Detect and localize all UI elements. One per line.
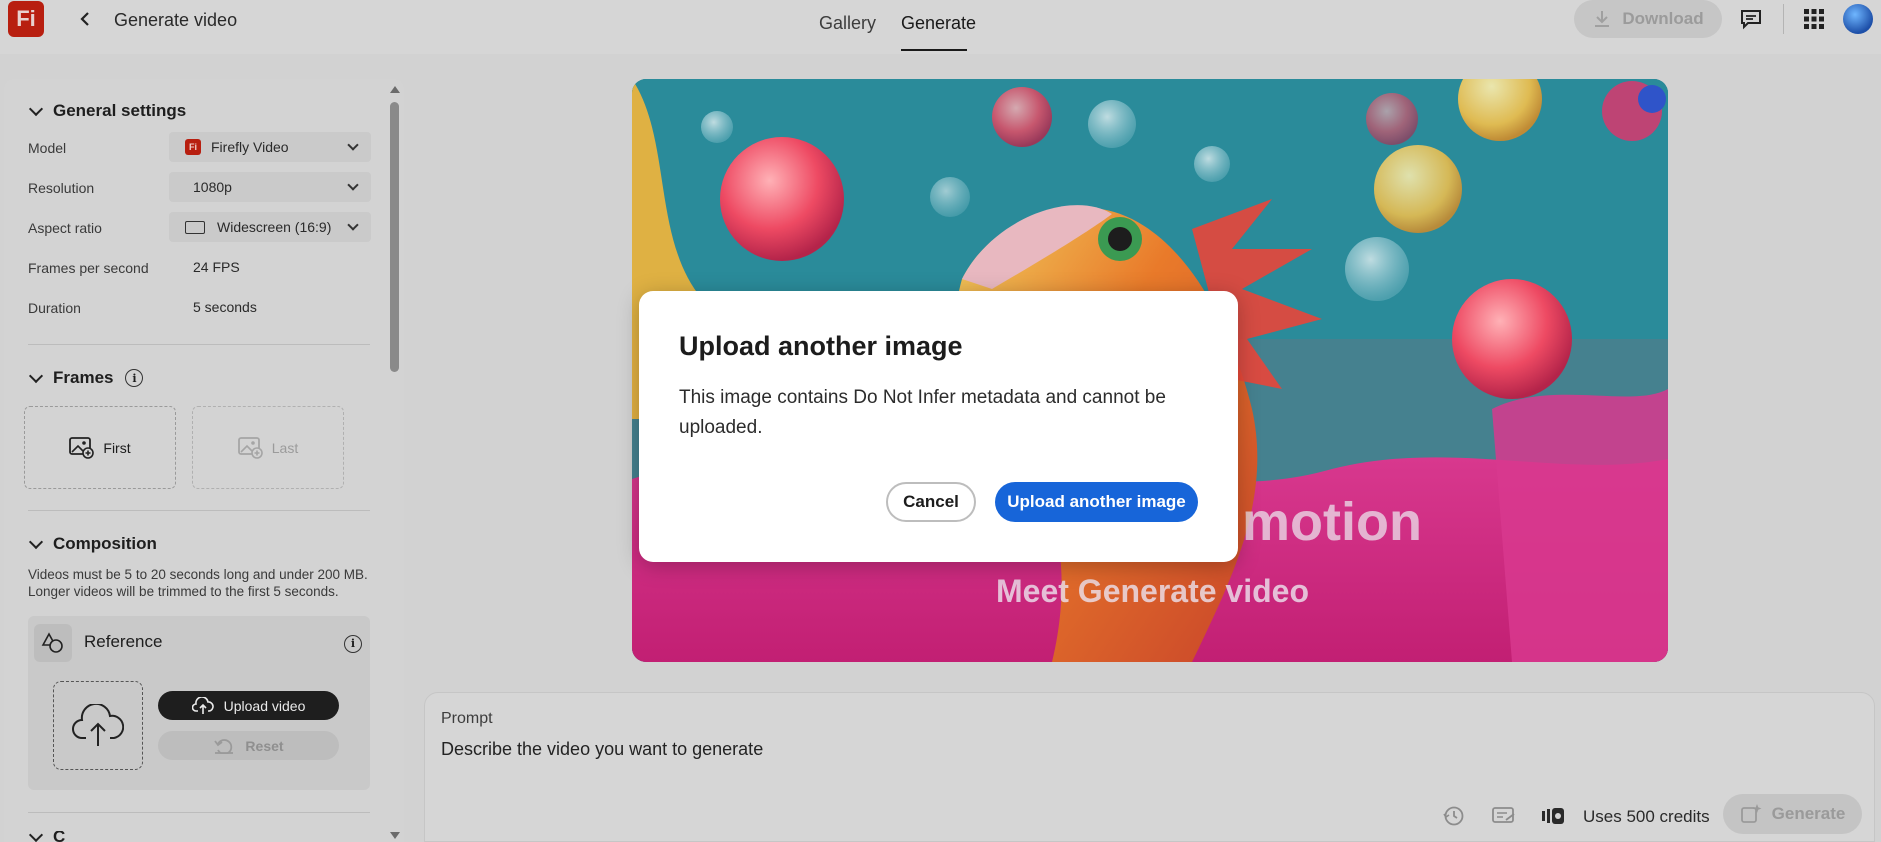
- upload-error-dialog: Upload another image This image contains…: [639, 291, 1238, 562]
- dialog-message: This image contains Do Not Infer metadat…: [679, 387, 1166, 438]
- dialog-title: Upload another image: [679, 331, 963, 361]
- cancel-button[interactable]: Cancel: [886, 482, 976, 522]
- upload-another-image-button[interactable]: Upload another image: [995, 482, 1198, 522]
